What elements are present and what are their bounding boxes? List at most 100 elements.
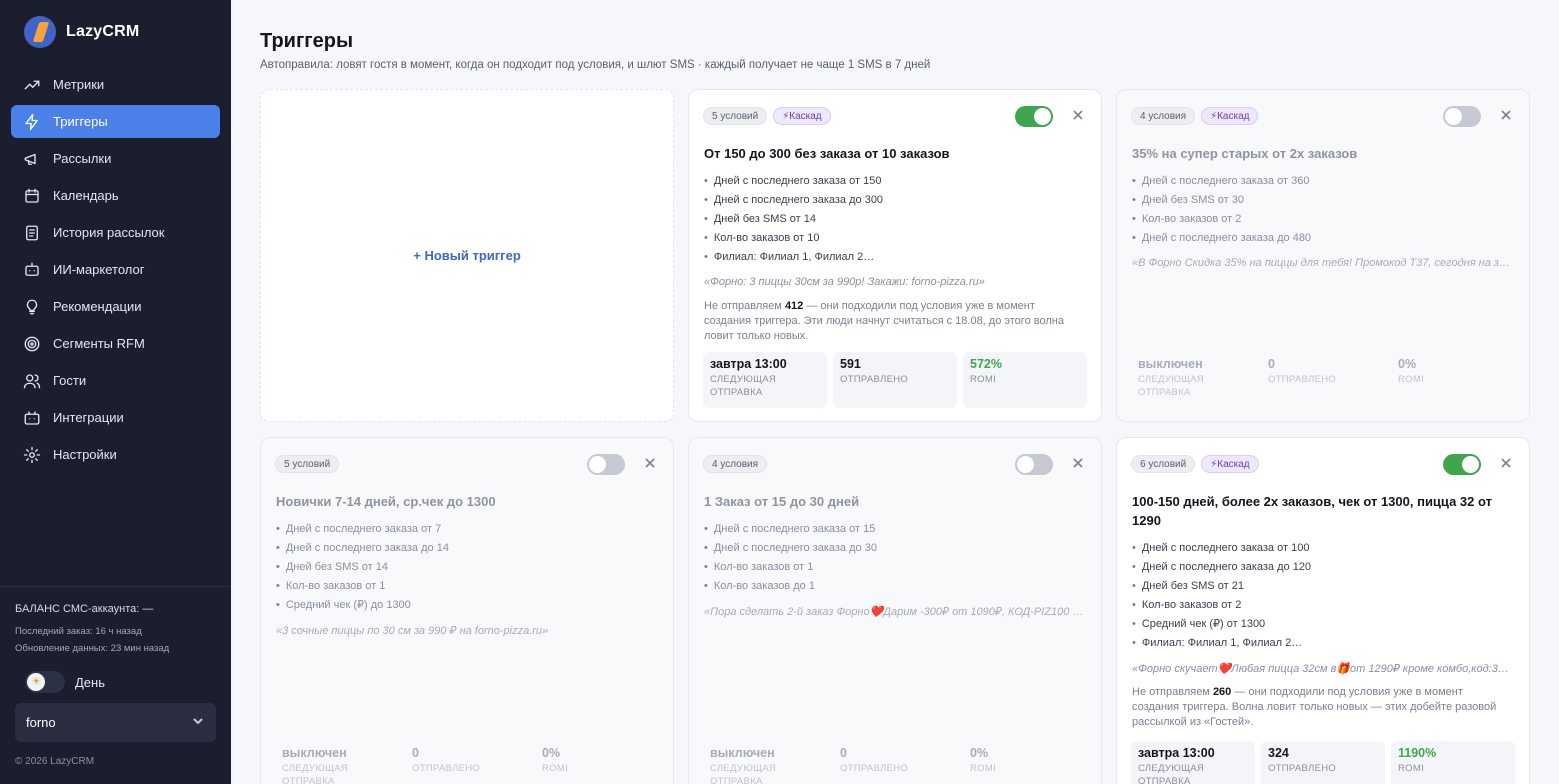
sidebar-divider [0, 586, 231, 587]
trigger-message: «Форно: 3 пиццы 30см за 990р! Закажи: fo… [704, 276, 985, 288]
nav-item-label: Гости [53, 373, 87, 388]
bolt-icon [23, 113, 41, 131]
new-trigger-card[interactable]: + Новый триггер [260, 89, 674, 422]
trigger-toggle[interactable] [1015, 106, 1053, 127]
integration-icon [23, 409, 41, 427]
trigger-conditions: Дней с последнего заказа от 15 Дней с по… [704, 520, 1087, 596]
close-icon[interactable] [643, 456, 657, 470]
logo-icon [24, 16, 56, 48]
trigger-title[interactable]: 1 Заказ от 15 до 30 дней [704, 492, 1083, 511]
nav-item-guests[interactable]: Гости [11, 364, 220, 397]
trigger-title[interactable]: 35% на супер старых от 2х заказов [1132, 144, 1511, 163]
nav-item-recommendations[interactable]: Рекомендации [11, 290, 220, 323]
stat-sent: 0 ОТПРАВЛЕНО [840, 746, 909, 774]
calendar-icon [23, 187, 41, 205]
trigger-toggle[interactable] [1443, 454, 1481, 475]
nav-item-mailings[interactable]: Рассылки [11, 142, 220, 175]
nav-item-history[interactable]: История рассылок [11, 216, 220, 249]
trigger-toggle[interactable] [1015, 454, 1053, 475]
users-icon [23, 372, 41, 390]
stat-sent: 0 ОТПРАВЛЕНО [1268, 357, 1337, 385]
trigger-card: 5 условий ⚡Каскад От 150 до 300 без зака… [688, 89, 1102, 422]
sun-icon: ☀ [27, 673, 45, 691]
stat-next-send: выключен СЛЕДУЮЩАЯ ОТПРАВКА [1138, 357, 1205, 398]
nav-item-label: Сегменты RFM [53, 336, 145, 351]
trigger-message: «В Форно Скидка 35% на пиццы для тебя! П… [1132, 257, 1515, 269]
lightbulb-icon [23, 298, 41, 316]
trigger-conditions: Дней с последнего заказа от 100 Дней с п… [1132, 539, 1515, 653]
condition-item: Дней с последнего заказа до 14 [276, 539, 659, 558]
condition-item: Дней с последнего заказа до 120 [1132, 558, 1515, 577]
main-nav: Метрики Триггеры Рассылки Календарь Исто… [11, 68, 220, 475]
trigger-message: «Форно скучает❤️Любая пицца 32см в🎁от 12… [1132, 663, 1509, 675]
condition-item: Дней без SMS от 14 [276, 558, 659, 577]
trigger-chips: 4 условия ⚡Каскад [1131, 107, 1259, 125]
trigger-toggle[interactable] [1443, 106, 1481, 127]
stat-sent: 324 ОТПРАВЛЕНО [1261, 741, 1385, 784]
theme-toggle[interactable]: ☀ [25, 671, 65, 693]
trigger-conditions: Дней с последнего заказа от 360 Дней без… [1132, 172, 1515, 248]
excluded-count: 260 [1212, 686, 1232, 698]
trigger-title[interactable]: Новички 7-14 дней, ср.чек до 1300 [276, 492, 655, 511]
trend-icon [23, 76, 41, 94]
condition-item: Кол-во заказов от 2 [1132, 210, 1515, 229]
excluded-count: 412 [784, 300, 804, 312]
nav-item-label: Интеграции [53, 410, 124, 425]
org-select[interactable]: forno [15, 703, 216, 742]
sidebar: LazyCRM Метрики Триггеры Рассылки Календ… [0, 0, 231, 784]
trigger-card: 6 условий ⚡Каскад 100-150 дней, более 2х… [1116, 437, 1530, 784]
nav-item-calendar[interactable]: Календарь [11, 179, 220, 212]
megaphone-icon [23, 150, 41, 168]
close-icon[interactable] [1499, 108, 1513, 122]
stat-next-send: выключен СЛЕДУЮЩАЯ ОТПРАВКА [710, 746, 777, 784]
trigger-message: «Пора сделать 2-й заказ Форно❤️Дарим -30… [704, 606, 1087, 618]
trigger-stats: завтра 13:00 СЛЕДУЮЩАЯ ОТПРАВКА 324 ОТПР… [1131, 741, 1515, 784]
trigger-card: 4 условия 1 Заказ от 15 до 30 дней Дней … [688, 437, 1102, 784]
trigger-card: 4 условия ⚡Каскад 35% на супер старых от… [1116, 89, 1530, 422]
nav-item-label: Триггеры [53, 114, 108, 129]
condition-item: Филиал: Филиал 1, Филиал 2… [704, 248, 1087, 267]
stat-romi: 0% ROMI [970, 746, 997, 774]
nav-item-label: Рассылки [53, 151, 112, 166]
trigger-stats: выключен СЛЕДУЮЩАЯ ОТПРАВКА 0 ОТПРАВЛЕНО… [1131, 352, 1515, 408]
stat-sent: 0 ОТПРАВЛЕНО [412, 746, 481, 774]
condition-item: Дней с последнего заказа до 480 [1132, 229, 1515, 248]
trigger-conditions: Дней с последнего заказа от 150 Дней с п… [704, 172, 1087, 267]
condition-item: Дней с последнего заказа от 7 [276, 520, 659, 539]
close-icon[interactable] [1071, 108, 1085, 122]
app-name: LazyCRM [66, 23, 140, 40]
history-icon [23, 224, 41, 242]
condition-item: Дней с последнего заказа от 15 [704, 520, 1087, 539]
conditions-count-badge: 5 условий [703, 107, 768, 125]
trigger-note: Не отправляем 260 — они подходили под ус… [1132, 686, 1497, 728]
close-icon[interactable] [1071, 456, 1085, 470]
condition-item: Кол-во заказов до 1 [704, 577, 1087, 596]
new-trigger-button[interactable]: + Новый триггер [413, 248, 521, 263]
last-order: Последний заказ: 16 ч назад [15, 626, 142, 637]
trigger-toggle[interactable] [587, 454, 625, 475]
nav-item-ai-marketer[interactable]: ИИ-маркетолог [11, 253, 220, 286]
nav-item-integrations[interactable]: Интеграции [11, 401, 220, 434]
page-title: Триггеры [260, 30, 354, 52]
trigger-chips: 5 условий ⚡Каскад [703, 107, 831, 125]
page-subtitle: Автоправила: ловят гостя в момент, когда… [260, 59, 931, 71]
nav-item-label: История рассылок [53, 225, 165, 240]
condition-item: Кол-во заказов от 10 [704, 229, 1087, 248]
close-icon[interactable] [1499, 456, 1513, 470]
theme-switch[interactable]: ☀ День [25, 671, 105, 693]
nav-item-settings[interactable]: Настройки [11, 438, 220, 471]
nav-item-rfm[interactable]: Сегменты RFM [11, 327, 220, 360]
nav-item-triggers[interactable]: Триггеры [11, 105, 220, 138]
condition-item: Кол-во заказов от 2 [1132, 596, 1515, 615]
nav-item-metrics[interactable]: Метрики [11, 68, 220, 101]
stat-next-send: завтра 13:00 СЛЕДУЮЩАЯ ОТПРАВКА [1131, 741, 1255, 784]
brand[interactable]: LazyCRM [24, 16, 139, 48]
conditions-count-badge: 6 условий [1131, 455, 1196, 473]
trigger-title[interactable]: 100-150 дней, более 2х заказов, чек от 1… [1132, 492, 1511, 530]
nav-item-label: Календарь [53, 188, 119, 203]
stat-romi: 0% ROMI [1398, 357, 1425, 385]
data-update: Обновление данных: 23 мин назад [15, 643, 170, 654]
theme-label: День [75, 674, 105, 690]
trigger-title[interactable]: От 150 до 300 без заказа от 10 заказов [704, 144, 1083, 163]
cascade-badge: ⚡Каскад [1201, 107, 1259, 125]
